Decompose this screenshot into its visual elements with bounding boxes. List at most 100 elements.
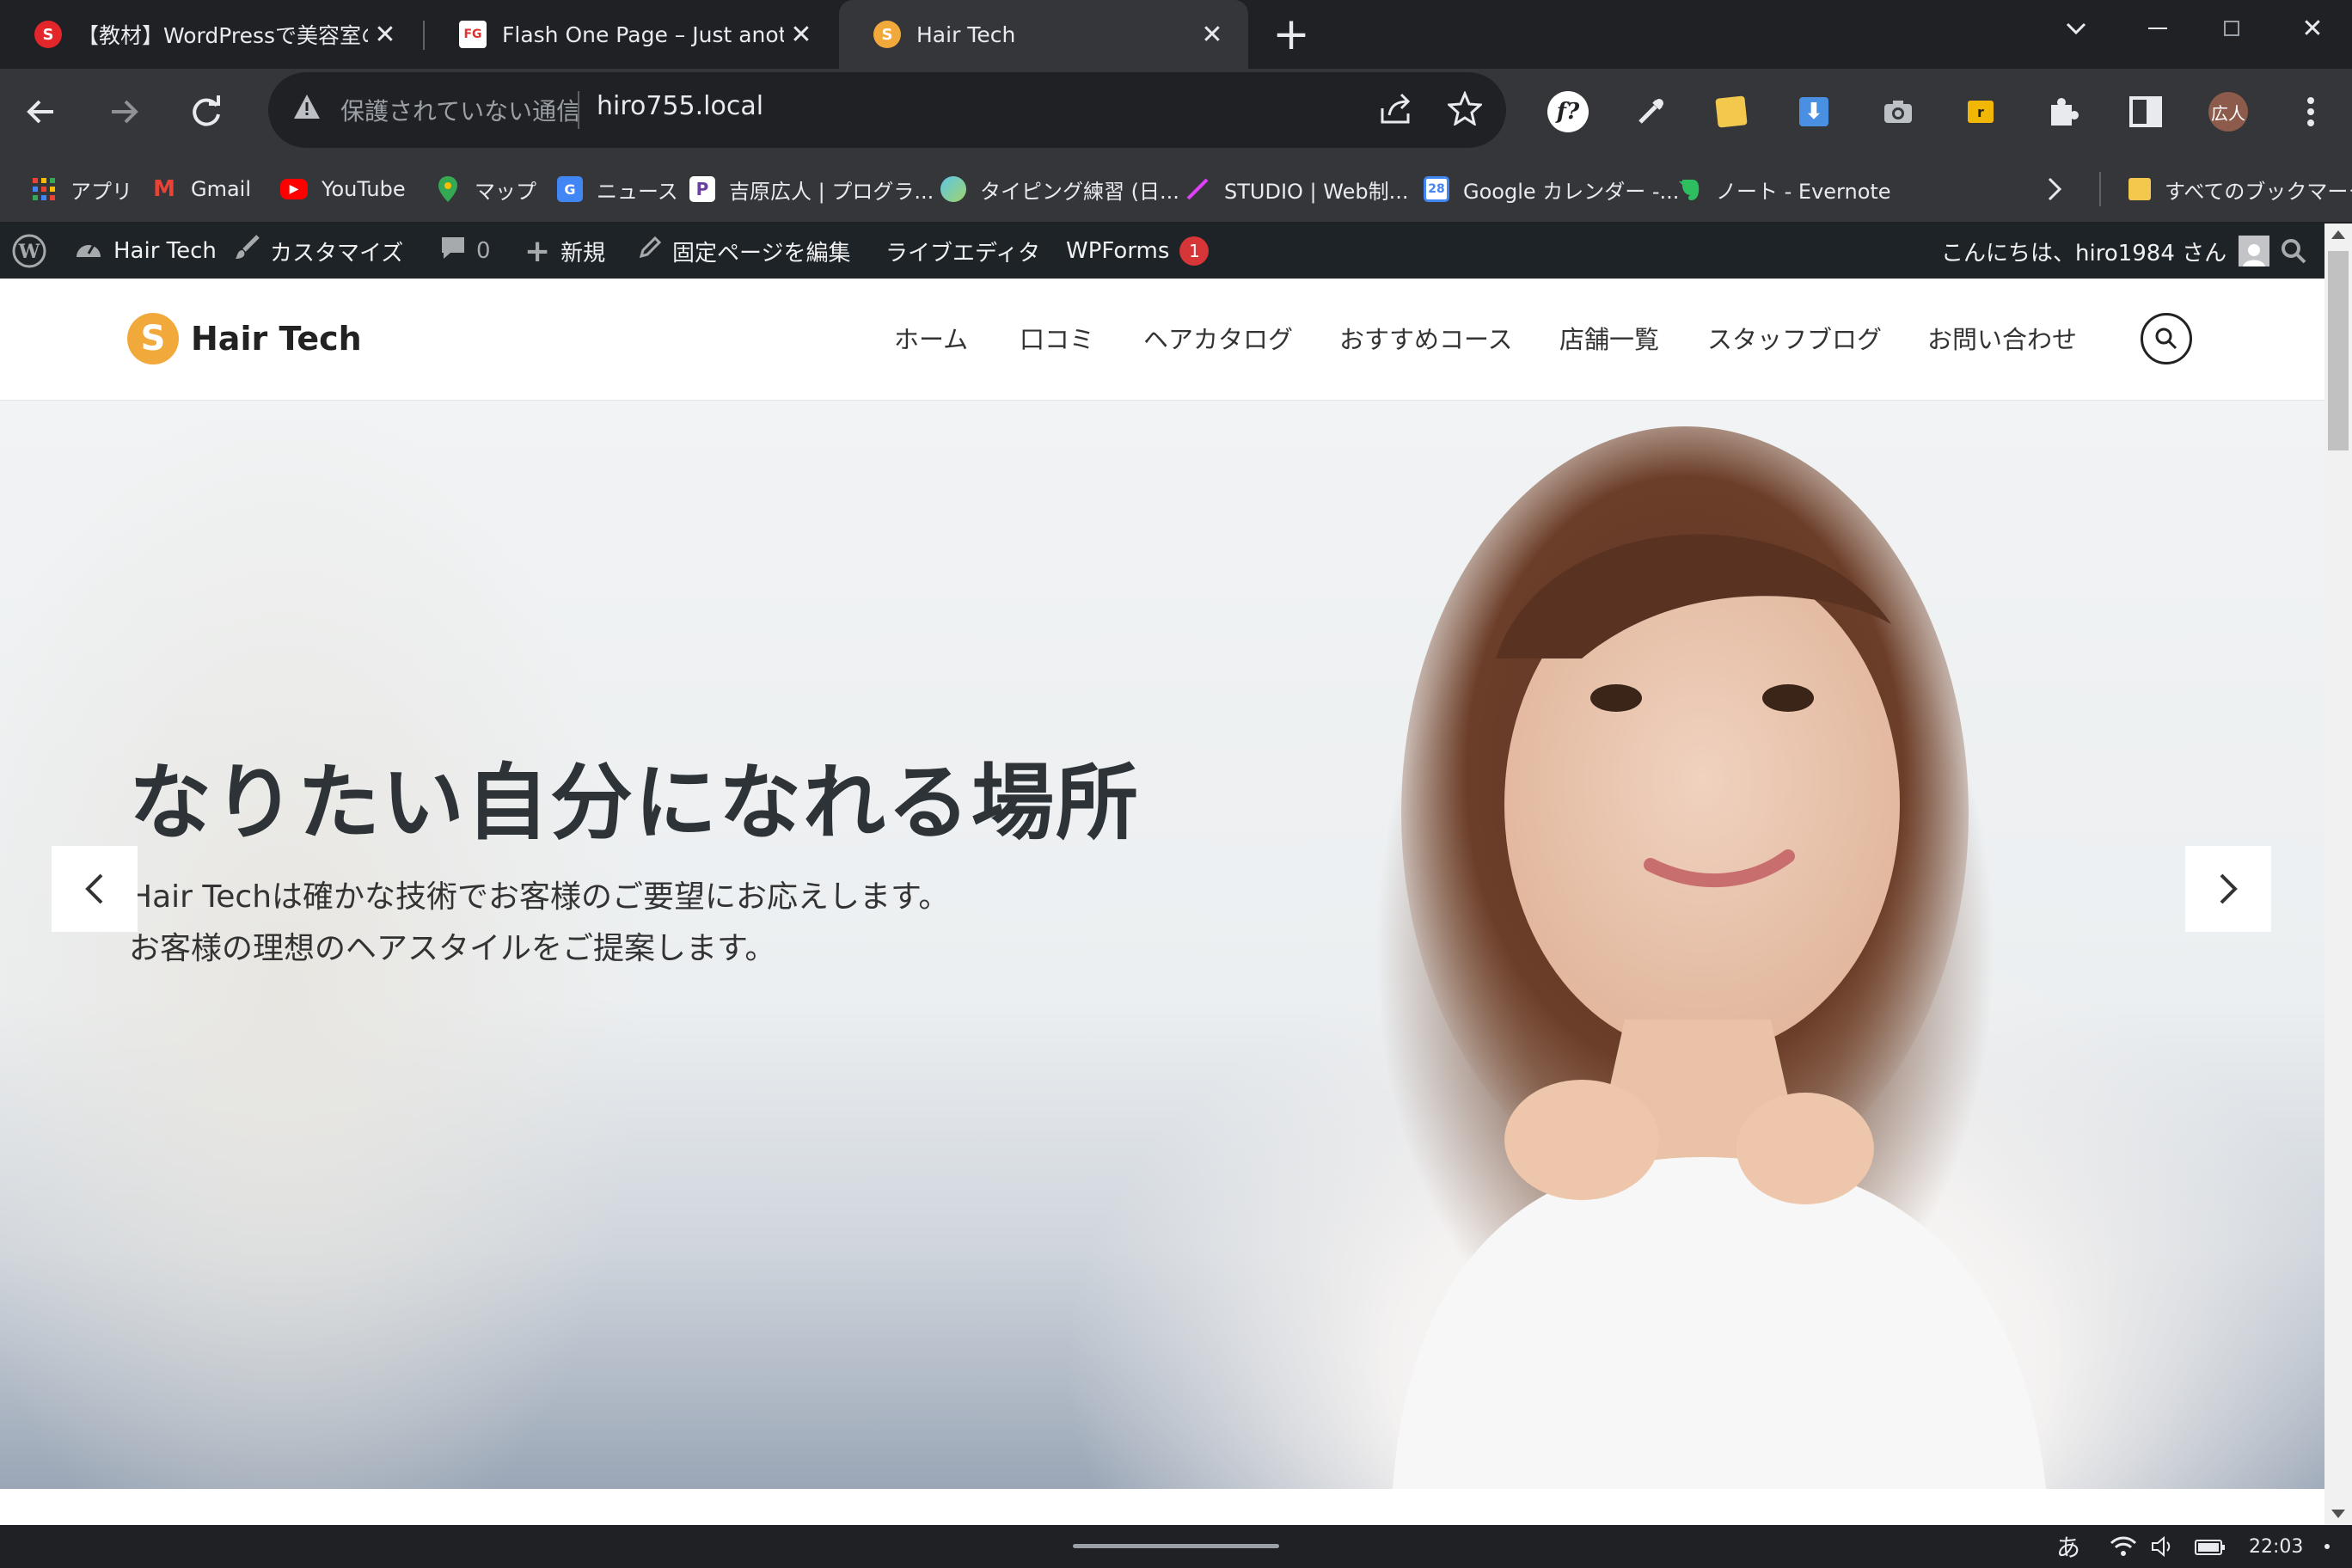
slider-prev-button[interactable] bbox=[52, 846, 138, 932]
bookmark-label: タイピング練習 (日... bbox=[980, 179, 1179, 204]
profile-avatar-label: 広人 bbox=[2208, 92, 2248, 132]
page-scrollbar[interactable] bbox=[2324, 224, 2352, 1525]
hero-subtitle-line2: お客様の理想のヘアスタイルをご提案します。 bbox=[129, 931, 776, 966]
hair-tech-favicon-icon: S bbox=[873, 21, 901, 48]
admin-new-content[interactable]: + 新規 bbox=[524, 224, 605, 279]
bookmarks-overflow-chevron-icon[interactable] bbox=[2046, 170, 2063, 208]
profile-avatar[interactable]: 広人 bbox=[2204, 88, 2252, 136]
bookmark-apps[interactable]: アプリ bbox=[31, 170, 132, 208]
back-button[interactable] bbox=[14, 84, 69, 139]
bookmark-label: ノート - Evernote bbox=[1716, 179, 1891, 204]
nav-staff-blog[interactable]: スタッフブログ bbox=[1707, 320, 1882, 356]
tab-flash-one-page[interactable]: FG Flash One Page – Just anothe ✕ bbox=[425, 0, 837, 69]
tab-kyozai[interactable]: S 【教材】WordPressで美容室のサ ✕ bbox=[0, 0, 421, 69]
notes-extension-icon[interactable] bbox=[1707, 88, 1755, 136]
admin-new-label: 新規 bbox=[560, 240, 606, 266]
bookmark-programming[interactable]: P 吉原広人 | プログラ... bbox=[689, 170, 934, 208]
nav-reviews[interactable]: 口コミ bbox=[1020, 320, 1094, 356]
side-panel-icon[interactable] bbox=[2122, 88, 2170, 136]
security-status-text[interactable]: 保護されていない通信 bbox=[340, 93, 580, 127]
admin-wpforms-label: WPForms bbox=[1066, 238, 1170, 264]
ruler-extension-icon[interactable]: r bbox=[1957, 88, 2005, 136]
bookmark-google-calendar[interactable]: 28 Google カレンダー -... bbox=[1424, 170, 1679, 208]
chevron-right-icon bbox=[2220, 873, 2238, 904]
admin-edit-page[interactable]: 固定ページを編集 bbox=[638, 224, 850, 279]
tab-hair-tech[interactable]: S Hair Tech ✕ bbox=[839, 0, 1248, 69]
bookmark-label: アプリ bbox=[70, 179, 132, 204]
close-icon[interactable]: ✕ bbox=[784, 17, 818, 52]
maps-icon bbox=[435, 176, 461, 202]
admin-edit-page-label: 固定ページを編集 bbox=[672, 240, 851, 266]
gesture-handle[interactable] bbox=[1073, 1544, 1279, 1548]
comment-bubble-icon bbox=[440, 236, 466, 266]
nav-contact[interactable]: お問い合わせ bbox=[1927, 320, 2077, 356]
notification-dot bbox=[2324, 1544, 2330, 1549]
tab-search-dropdown-icon[interactable] bbox=[2055, 7, 2098, 50]
scroll-up-arrow-icon[interactable] bbox=[2331, 230, 2345, 239]
bookmarks-divider bbox=[2099, 172, 2101, 206]
screenshot-extension-icon[interactable] bbox=[1874, 88, 1922, 136]
chrome-menu-icon[interactable] bbox=[2287, 88, 2335, 136]
close-icon[interactable]: ✕ bbox=[1195, 17, 1229, 52]
admin-live-editor-label: ライブエディタ bbox=[885, 240, 1041, 266]
wpforms-notification-badge: 1 bbox=[1179, 236, 1210, 266]
bookmark-studio[interactable]: STUDIO | Web制... bbox=[1185, 170, 1408, 208]
wp-admin-bar: W Hair Tech カスタマイズ 0 + 新規 固定ページを編集 ライブエデ… bbox=[0, 224, 2324, 279]
site-search-button[interactable] bbox=[2141, 313, 2192, 364]
nav-store-list[interactable]: 店舗一覧 bbox=[1559, 320, 1659, 356]
minimize-button[interactable] bbox=[2132, 7, 2184, 50]
extensions-puzzle-icon[interactable] bbox=[2039, 88, 2087, 136]
new-tab-button[interactable]: + bbox=[1265, 9, 1317, 60]
slider-next-button[interactable] bbox=[2185, 846, 2271, 932]
page-viewport: W Hair Tech カスタマイズ 0 + 新規 固定ページを編集 ライブエデ… bbox=[0, 224, 2352, 1525]
volume-icon[interactable] bbox=[2151, 1525, 2175, 1568]
color-picker-extension-icon[interactable] bbox=[1626, 88, 1675, 136]
wordpress-logo-icon: W bbox=[12, 234, 46, 268]
apps-grid-icon bbox=[31, 176, 57, 202]
restore-button[interactable] bbox=[2206, 7, 2257, 50]
all-bookmarks-folder[interactable]: すべてのブックマーク bbox=[2128, 170, 2352, 208]
admin-site-name-label: Hair Tech bbox=[113, 238, 217, 264]
scroll-down-arrow-icon[interactable] bbox=[2331, 1510, 2345, 1518]
news-icon: G bbox=[557, 176, 583, 202]
admin-comments[interactable]: 0 bbox=[440, 224, 491, 279]
admin-live-editor[interactable]: ライブエディタ bbox=[885, 224, 1040, 279]
studio-icon bbox=[1185, 176, 1210, 202]
site-logo[interactable]: S Hair Tech bbox=[127, 313, 362, 364]
nav-home[interactable]: ホーム bbox=[894, 320, 968, 356]
window-close-button[interactable]: ✕ bbox=[2287, 7, 2338, 50]
bookmark-maps[interactable]: マップ bbox=[435, 170, 536, 208]
admin-wpforms[interactable]: WPForms 1 bbox=[1066, 224, 1210, 279]
admin-site-name[interactable]: Hair Tech bbox=[74, 224, 217, 279]
forward-button[interactable] bbox=[96, 84, 151, 139]
nav-recommended-course[interactable]: おすすめコース bbox=[1339, 320, 1513, 356]
admin-customize[interactable]: カスタマイズ bbox=[234, 224, 403, 279]
wp-logo-menu[interactable]: W bbox=[12, 224, 46, 279]
bookmark-star-icon[interactable] bbox=[1446, 90, 1484, 129]
tab-title: 【教材】WordPressで美容室のサ bbox=[77, 23, 368, 48]
clock-time[interactable]: 22:03 bbox=[2249, 1525, 2303, 1568]
hero-slider: なりたい自分になれる場所 Hair Techは確かな技術でお客様のご要望にお応え… bbox=[0, 401, 2324, 1489]
bookmark-gmail[interactable]: M Gmail bbox=[151, 170, 251, 208]
wifi-icon[interactable] bbox=[2110, 1525, 2137, 1568]
battery-icon[interactable] bbox=[2194, 1525, 2226, 1568]
font-finder-extension-icon[interactable]: f? bbox=[1544, 88, 1592, 136]
bookmark-youtube[interactable]: ▶ YouTube bbox=[280, 170, 406, 208]
reload-button[interactable] bbox=[179, 84, 234, 139]
close-icon[interactable]: ✕ bbox=[368, 17, 402, 52]
nav-hair-catalog[interactable]: ヘアカタログ bbox=[1143, 320, 1293, 356]
admin-search-icon[interactable] bbox=[2280, 224, 2307, 279]
admin-account-greeting[interactable]: こんにちは、hiro1984 さん bbox=[1941, 224, 2270, 279]
bookmark-typing[interactable]: タイピング練習 (日... bbox=[940, 170, 1179, 208]
ime-indicator[interactable]: あ bbox=[2056, 1525, 2080, 1568]
bookmark-evernote[interactable]: ノート - Evernote bbox=[1676, 170, 1891, 208]
pencil-icon bbox=[638, 236, 662, 266]
warning-icon[interactable] bbox=[292, 93, 322, 124]
scrollbar-thumb[interactable] bbox=[2328, 251, 2349, 450]
share-icon[interactable] bbox=[1379, 93, 1413, 129]
url-text[interactable]: hiro755.local bbox=[597, 91, 763, 121]
download-extension-icon[interactable]: ⬇ bbox=[1790, 88, 1838, 136]
address-bar[interactable]: 保護されていない通信 hiro755.local bbox=[268, 72, 1506, 148]
bookmark-news[interactable]: G ニュース bbox=[557, 170, 678, 208]
hero-subtitle-line1: Hair Techは確かな技術でお客様のご要望にお応えします。 bbox=[129, 879, 950, 915]
